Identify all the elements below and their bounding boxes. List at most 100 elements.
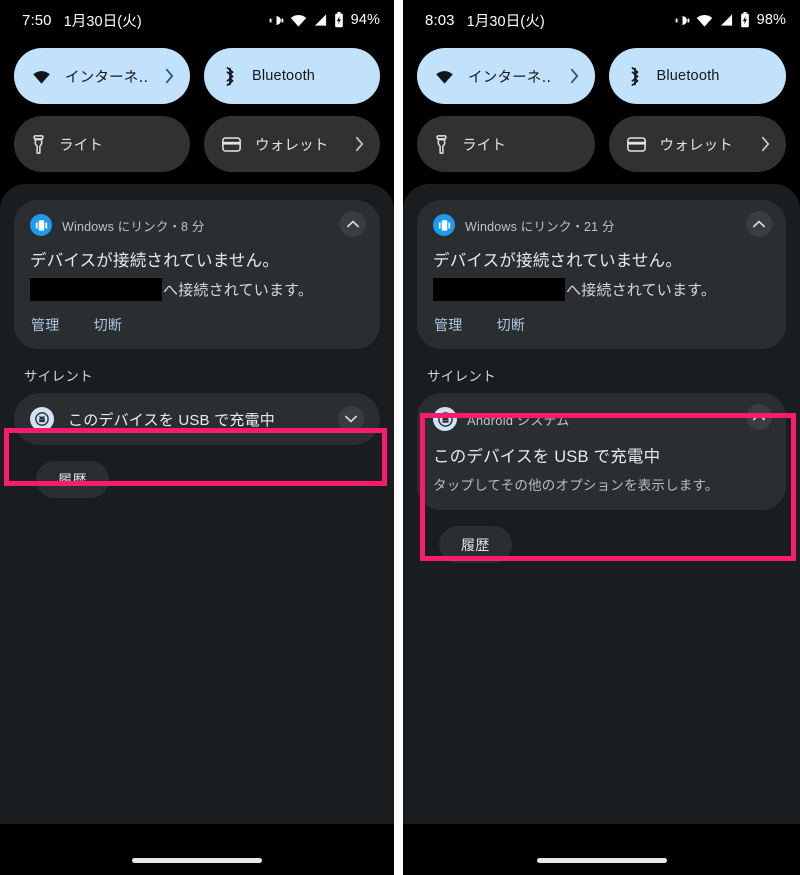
qs-tile-internet-label: インターネ‥ <box>468 69 552 86</box>
wifi-icon <box>290 13 307 27</box>
chevron-right-icon[interactable] <box>761 136 770 152</box>
status-bar-right-group: 94% <box>269 12 380 28</box>
quick-settings-row-1: インターネ‥ Bluetooth <box>14 48 380 104</box>
qs-tile-wallet-label: ウォレット <box>255 137 329 154</box>
expand-button[interactable] <box>338 406 364 432</box>
chevron-right-icon[interactable] <box>570 68 579 84</box>
link-to-windows-icon <box>30 214 52 236</box>
wallet-icon <box>626 136 646 152</box>
notification-title: デバイスが接続されていません。 <box>433 252 683 270</box>
usb-notification-subtitle: タップしてその他のオプションを表示します。 <box>433 478 719 493</box>
status-time: 7:50 <box>22 11 52 29</box>
bluetooth-icon <box>627 66 643 86</box>
notification-title: デバイスが接続されていません。 <box>30 252 280 270</box>
status-bar-left-group: 8:03 1月30日(火) <box>425 10 545 31</box>
notification-card-windows-link[interactable]: Windows にリンク・8 分 デバイスが接続されていません。 へ接続されてい… <box>14 200 380 349</box>
link-to-windows-icon <box>433 214 455 236</box>
vibrate-icon <box>269 13 284 28</box>
silent-section-label: サイレント <box>427 369 496 384</box>
chevron-up-icon <box>753 413 765 421</box>
battery-percent: 94% <box>350 12 380 28</box>
vibrate-icon <box>675 13 690 28</box>
status-bar-right: 8:03 1月30日(火) 98% <box>403 0 800 40</box>
usb-notification-title: このデバイスを USB で充電中 <box>433 448 661 466</box>
usb-notification-text: このデバイスを USB で充電中 <box>68 411 275 429</box>
silent-section-label: サイレント <box>24 369 93 384</box>
collapse-button[interactable] <box>746 211 772 237</box>
battery-icon <box>334 12 344 28</box>
chevron-right-icon[interactable] <box>355 136 364 152</box>
qs-tile-bluetooth-label: Bluetooth <box>252 68 316 84</box>
quick-settings-right: インターネ‥ Bluetooth ライト ウォレット <box>403 40 800 172</box>
quick-settings-row-2: ライト ウォレット <box>417 116 786 172</box>
wifi-icon <box>32 69 51 84</box>
qs-tile-flashlight[interactable]: ライト <box>417 116 595 172</box>
qs-tile-wallet-label: ウォレット <box>659 137 733 154</box>
history-button[interactable]: 履歴 <box>36 461 109 498</box>
qs-tile-bluetooth[interactable]: Bluetooth <box>608 48 786 104</box>
collapse-button[interactable] <box>746 404 772 430</box>
signal-icon <box>313 13 328 27</box>
qs-tile-flashlight-label: ライト <box>462 137 507 154</box>
bluetooth-icon <box>222 66 238 86</box>
notification-app-name: Windows にリンク・8 分 <box>62 219 205 234</box>
notification-card-windows-link[interactable]: Windows にリンク・21 分 デバイスが接続されていません。 へ接続されて… <box>417 200 786 349</box>
chevron-up-icon <box>753 220 765 228</box>
notification-actions: 管理 切断 <box>433 315 770 335</box>
wifi-icon <box>696 13 713 27</box>
action-manage[interactable]: 管理 <box>434 315 463 335</box>
notification-header: Android システム <box>433 406 770 432</box>
android-system-icon <box>30 407 54 431</box>
gesture-nav-bar[interactable] <box>536 858 667 863</box>
chevron-right-icon[interactable] <box>165 68 174 84</box>
android-system-icon <box>433 407 457 431</box>
wifi-icon <box>435 69 454 84</box>
redaction-bar <box>433 278 565 301</box>
phone-panel-left: 7:50 1月30日(火) 94% インターネ‥ Bluetooth ライト ウ… <box>0 0 394 875</box>
battery-percent: 98% <box>756 12 786 28</box>
collapse-button[interactable] <box>340 211 366 237</box>
status-time: 8:03 <box>425 11 455 29</box>
wallet-icon <box>222 136 241 152</box>
qs-tile-bluetooth[interactable]: Bluetooth <box>204 48 380 104</box>
action-disconnect[interactable]: 切断 <box>94 315 123 335</box>
signal-icon <box>719 13 734 27</box>
flashlight-icon <box>435 134 448 154</box>
notification-shade-left: Windows にリンク・8 分 デバイスが接続されていません。 へ接続されてい… <box>0 184 394 824</box>
qs-tile-internet[interactable]: インターネ‥ <box>417 48 595 104</box>
flashlight-icon <box>32 134 45 154</box>
history-wrap: 履歴 <box>14 461 380 498</box>
action-disconnect[interactable]: 切断 <box>497 315 526 335</box>
status-date: 1月30日(火) <box>63 13 142 30</box>
notification-app-name: Windows にリンク・21 分 <box>465 219 615 234</box>
phone-panel-right: 8:03 1月30日(火) 98% インターネ‥ Bluetooth ライト ウ… <box>403 0 800 875</box>
status-bar-right-group: 98% <box>675 12 786 28</box>
notification-header: Windows にリンク・8 分 <box>30 212 364 238</box>
notification-body-suffix: へ接続されています。 <box>163 282 314 299</box>
action-manage[interactable]: 管理 <box>31 315 60 335</box>
redaction-bar <box>30 278 162 301</box>
qs-tile-wallet[interactable]: ウォレット <box>608 116 786 172</box>
qs-tile-internet-label: インターネ‥ <box>65 69 149 86</box>
notification-body: へ接続されています。 <box>433 278 770 301</box>
status-bar-left: 7:50 1月30日(火) 94% <box>0 0 394 40</box>
qs-tile-flashlight-label: ライト <box>59 137 104 154</box>
chevron-up-icon <box>347 220 359 228</box>
notification-header: Windows にリンク・21 分 <box>433 212 770 238</box>
qs-tile-wallet[interactable]: ウォレット <box>204 116 380 172</box>
notification-shade-right: Windows にリンク・21 分 デバイスが接続されていません。 へ接続されて… <box>403 184 800 824</box>
status-date: 1月30日(火) <box>466 13 545 30</box>
history-button[interactable]: 履歴 <box>439 526 512 563</box>
qs-tile-bluetooth-label: Bluetooth <box>656 68 720 84</box>
battery-icon <box>740 12 750 28</box>
notification-card-usb-charging-collapsed[interactable]: このデバイスを USB で充電中 <box>14 393 380 445</box>
qs-tile-internet[interactable]: インターネ‥ <box>14 48 190 104</box>
quick-settings-row-2: ライト ウォレット <box>14 116 380 172</box>
quick-settings-left: インターネ‥ Bluetooth ライト ウォレット <box>0 40 394 172</box>
history-wrap: 履歴 <box>417 526 786 563</box>
qs-tile-flashlight[interactable]: ライト <box>14 116 190 172</box>
notification-actions: 管理 切断 <box>30 315 364 335</box>
notification-card-usb-charging-expanded[interactable]: Android システム このデバイスを USB で充電中 タップしてその他のオ… <box>417 393 786 510</box>
gesture-nav-bar[interactable] <box>132 858 262 863</box>
notification-body-suffix: へ接続されています。 <box>566 282 717 299</box>
